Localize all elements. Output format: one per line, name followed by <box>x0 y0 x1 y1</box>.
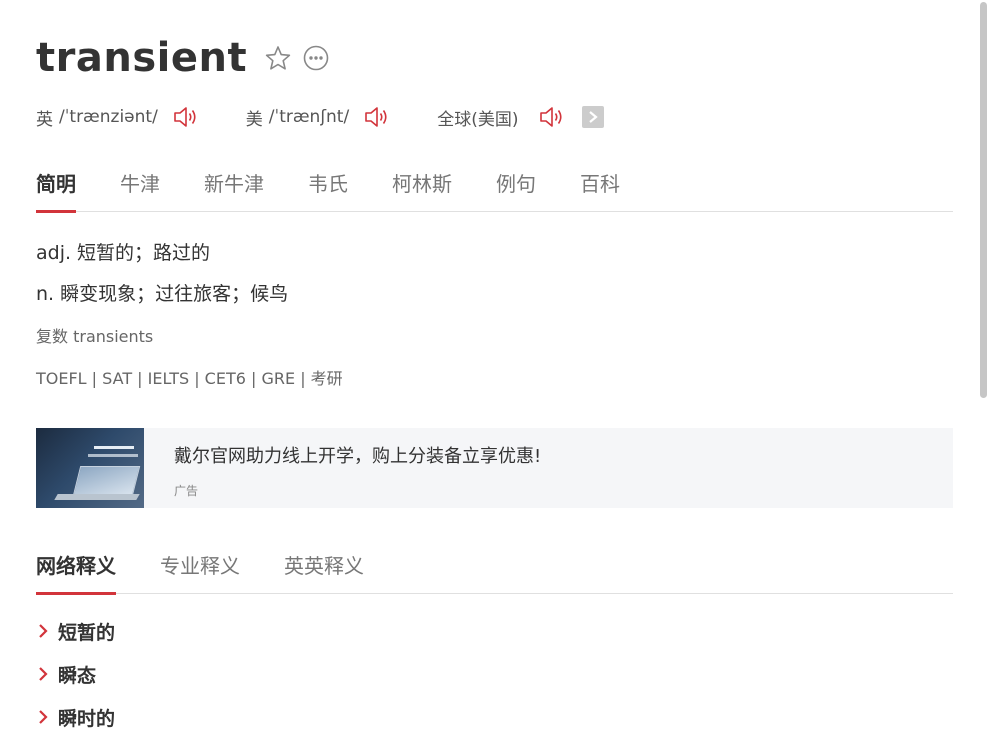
chevron-right-icon <box>39 710 48 724</box>
pron-us-phonetic: /ˈtrænʃnt/ <box>268 107 350 127</box>
star-outline-icon[interactable] <box>263 43 293 73</box>
list-item-label: 短暂的 <box>58 622 116 644</box>
plural-form: 复数 transients <box>36 327 154 346</box>
pron-global: 全球(美国) <box>437 104 605 130</box>
headword: transient <box>36 35 248 81</box>
tab-wangluo-shiyi[interactable]: 网络释义 <box>36 550 116 595</box>
list-item-label: 瞬时的 <box>58 708 116 730</box>
pronunciation-row: 英 /ˈtrænziənt/ 美 /ˈtrænʃnt/ 全球(美国) <box>36 102 605 132</box>
ad-image[interactable] <box>36 428 144 508</box>
tab-baike[interactable]: 百科 <box>580 168 620 211</box>
more-dots-icon[interactable] <box>301 43 331 73</box>
tab-weishi[interactable]: 韦氏 <box>308 168 348 211</box>
definition-noun: n. 瞬变现象；过往旅客；候鸟 <box>36 283 289 305</box>
pron-uk-region: 英 <box>36 109 53 130</box>
tab-kelinsi[interactable]: 柯林斯 <box>392 168 452 211</box>
ad-text: 戴尔官网助力线上开学，购上分装备立享优惠! 广告 <box>144 428 541 508</box>
net-definition-tabs: 网络释义 专业释义 英英释义 <box>36 550 953 595</box>
tab-liju[interactable]: 例句 <box>496 168 536 211</box>
speaker-icon[interactable] <box>538 104 566 130</box>
tab-niujin[interactable]: 牛津 <box>120 168 160 211</box>
pron-us-region: 美 <box>245 109 263 130</box>
list-item[interactable]: 瞬时的 <box>36 704 115 734</box>
pron-uk: 英 /ˈtrænziənt/ <box>36 104 200 130</box>
exam-tags: TOEFL | SAT | IELTS | CET6 | GRE | 考研 <box>36 369 343 388</box>
pron-global-region: 全球(美国) <box>437 109 519 130</box>
pron-uk-phonetic: /ˈtrænziənt/ <box>59 107 158 127</box>
scrollbar[interactable] <box>978 0 988 734</box>
dictionary-page: transient 英 /ˈtrænziənt/ 美 /ˈtrænʃnt/ 全球… <box>0 0 988 734</box>
headword-row: transient <box>36 32 331 84</box>
ad-label: 广告 <box>174 484 199 498</box>
chevron-right-icon[interactable] <box>582 106 605 128</box>
speaker-icon[interactable] <box>363 104 391 130</box>
net-definition-list: 短暂的 瞬态 瞬时的 <box>36 618 115 734</box>
definition-adj: adj. 短暂的；路过的 <box>36 242 211 264</box>
list-item-label: 瞬态 <box>58 665 97 687</box>
tab-xin-niujin[interactable]: 新牛津 <box>204 168 264 211</box>
tab-jianming[interactable]: 简明 <box>36 168 76 213</box>
ad-title[interactable]: 戴尔官网助力线上开学，购上分装备立享优惠! <box>174 442 541 468</box>
tab-yingying-shiyi[interactable]: 英英释义 <box>284 550 364 593</box>
ad-banner[interactable]: 戴尔官网助力线上开学，购上分装备立享优惠! 广告 <box>36 428 953 508</box>
pron-us: 美 /ˈtrænʃnt/ <box>246 104 391 130</box>
chevron-right-icon <box>39 624 48 638</box>
list-item[interactable]: 短暂的 <box>36 618 115 661</box>
dictionary-tabs: 简明 牛津 新牛津 韦氏 柯林斯 例句 百科 <box>36 168 953 213</box>
list-item[interactable]: 瞬态 <box>36 661 115 704</box>
speaker-icon[interactable] <box>172 104 200 130</box>
chevron-right-icon <box>39 667 48 681</box>
scrollbar-thumb[interactable] <box>980 2 987 398</box>
tab-zhuanye-shiyi[interactable]: 专业释义 <box>160 550 240 593</box>
